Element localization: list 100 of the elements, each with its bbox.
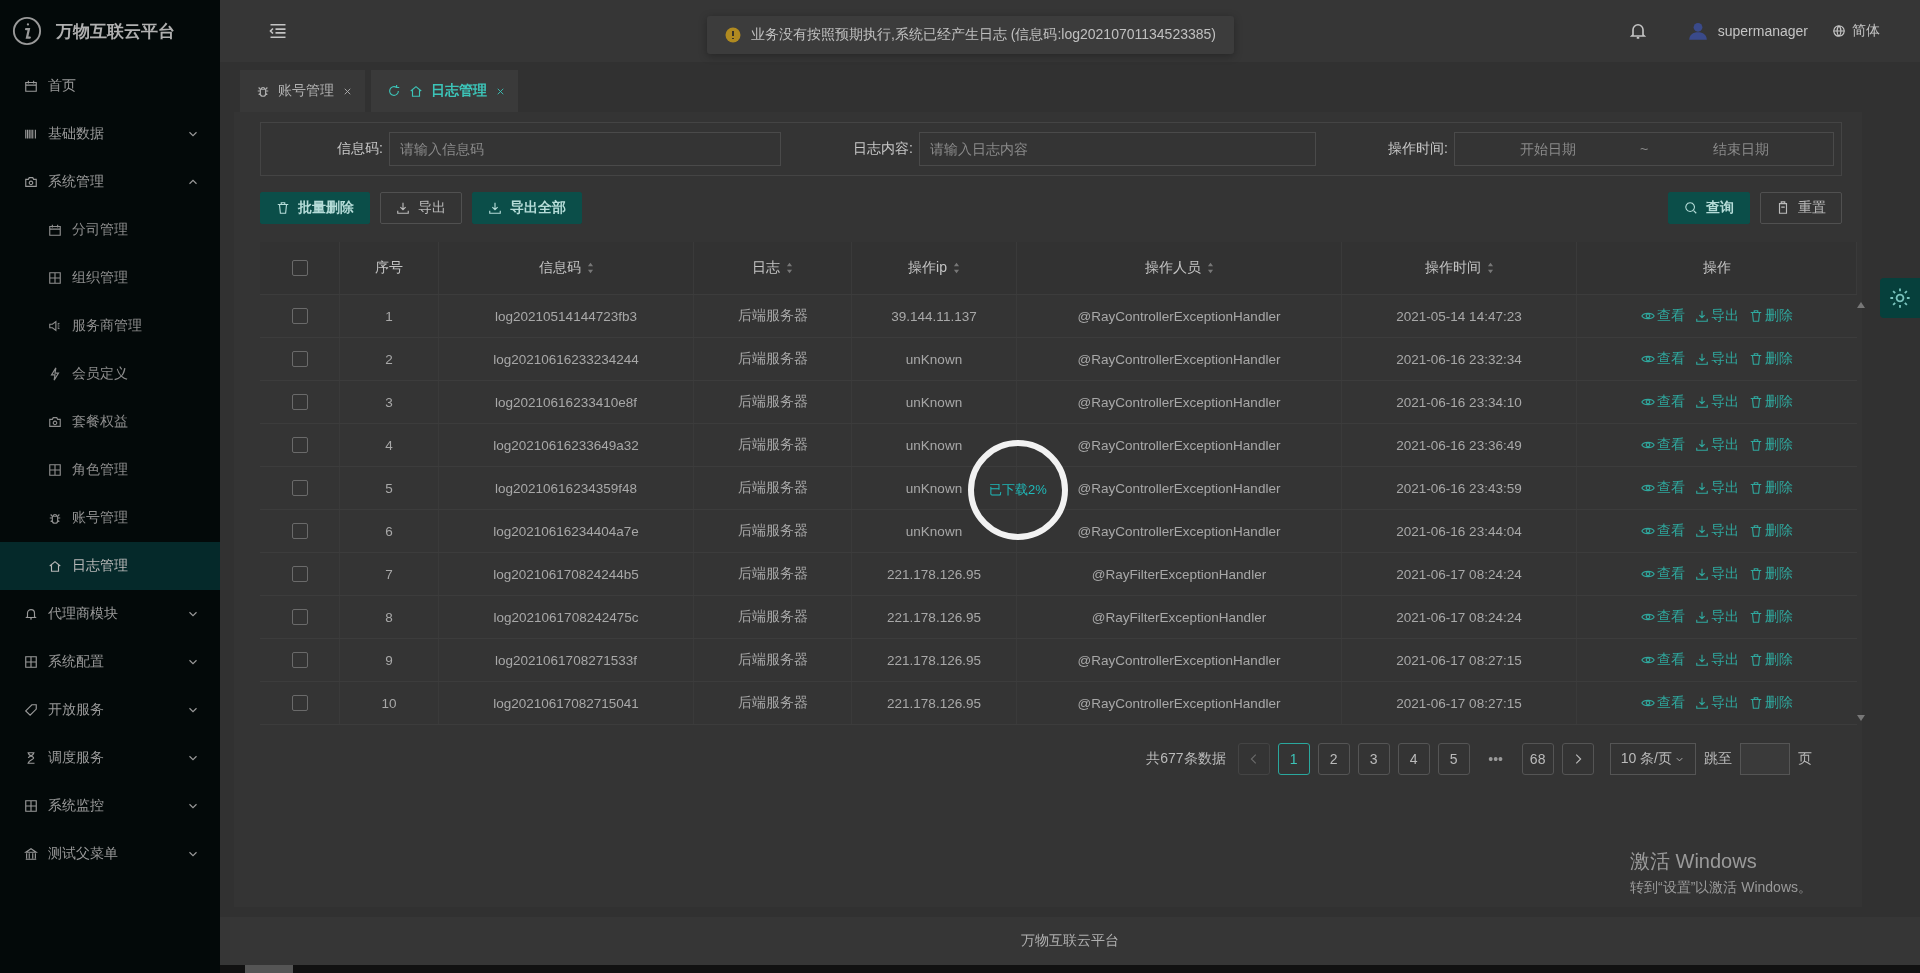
sidebar-subitem[interactable]: 组织管理 xyxy=(0,254,220,302)
row-action-link[interactable]: 导出 xyxy=(1695,350,1739,368)
search-action-button[interactable]: 重置 xyxy=(1760,192,1842,224)
page-tab[interactable]: 账号管理 xyxy=(240,70,365,112)
table-cell: log20210616233410e8f xyxy=(495,394,637,410)
row-action-link[interactable]: 删除 xyxy=(1749,393,1793,411)
row-action-link[interactable]: 删除 xyxy=(1749,307,1793,325)
row-action-link[interactable]: 查看 xyxy=(1641,436,1685,454)
table-cell: unKnown xyxy=(905,351,963,367)
page-button[interactable]: 4 xyxy=(1397,743,1430,775)
end-date-input[interactable]: 结束日期 xyxy=(1648,134,1834,164)
sidebar-item[interactable]: 代理商模块 xyxy=(0,590,220,638)
sidebar-item[interactable]: 首页 xyxy=(0,62,220,110)
row-action-link[interactable]: 删除 xyxy=(1749,479,1793,497)
language-menu[interactable]: 简体 xyxy=(1852,22,1880,40)
page-size-select[interactable]: 10 条/页 xyxy=(1609,743,1696,775)
row-action-link[interactable]: 删除 xyxy=(1749,565,1793,583)
row-action-link[interactable]: 导出 xyxy=(1695,393,1739,411)
page-tab[interactable]: 日志管理 xyxy=(371,70,518,112)
sidebar-item[interactable]: 基础数据 xyxy=(0,110,220,158)
download-status-text: 已下载2% xyxy=(989,481,1047,499)
sidebar-subitem[interactable]: 账号管理 xyxy=(0,494,220,542)
row-action-link[interactable]: 导出 xyxy=(1695,479,1739,497)
table-cell: unKnown xyxy=(905,394,963,410)
row-action-link[interactable]: 查看 xyxy=(1641,565,1685,583)
table-cell: unKnown xyxy=(905,480,963,496)
sidebar-item[interactable]: 系统监控 xyxy=(0,782,220,830)
page-button[interactable]: 5 xyxy=(1437,743,1470,775)
table-cell: 10 xyxy=(381,695,397,711)
row-action-link[interactable]: 删除 xyxy=(1749,608,1793,626)
page-button[interactable]: 2 xyxy=(1317,743,1350,775)
row-action-link[interactable]: 导出 xyxy=(1695,307,1739,325)
sidebar-subitem[interactable]: 套餐权益 xyxy=(0,398,220,446)
sidebar-item[interactable]: 系统管理 xyxy=(0,158,220,206)
sidebar-item[interactable]: 开放服务 xyxy=(0,686,220,734)
toolbar-button[interactable]: 导出全部 xyxy=(472,192,582,224)
row-action-link[interactable]: 查看 xyxy=(1641,651,1685,669)
column-header[interactable]: 信息码 xyxy=(538,259,594,277)
sidebar-item[interactable]: 系统配置 xyxy=(0,638,220,686)
table-cell: unKnown xyxy=(905,523,963,539)
table-cell: log20210616234359f48 xyxy=(495,480,637,496)
table-cell: 2021-05-14 14:47:23 xyxy=(1396,308,1522,324)
column-header: 操作 xyxy=(1702,259,1731,277)
row-action-link[interactable]: 删除 xyxy=(1749,350,1793,368)
notice-text: 业务没有按照预期执行,系统已经产生日志 (信息码:log20210701134523385) xyxy=(751,26,1216,44)
toolbar-button[interactable]: 批量删除 xyxy=(260,192,370,224)
sidebar-subitem[interactable]: 角色管理 xyxy=(0,446,220,494)
table-cell: 39.144.11.137 xyxy=(891,308,977,324)
table-cell: 后端服务器 xyxy=(737,522,808,540)
activation-title: 激活 Windows xyxy=(1630,849,1758,874)
table-cell: 2021-06-17 08:24:24 xyxy=(1396,566,1522,582)
sidebar-subitem[interactable]: 服务商管理 xyxy=(0,302,220,350)
column-header[interactable]: 操作人员 xyxy=(1144,259,1214,277)
text-input[interactable]: 请输入日志内容 xyxy=(919,132,1316,166)
sidebar-item[interactable]: 测试父菜单 xyxy=(0,830,220,878)
row-action-link[interactable]: 查看 xyxy=(1641,608,1685,626)
activation-subtitle: 转到“设置”以激活 Windows。 xyxy=(1630,879,1812,897)
table-cell: 221.178.126.95 xyxy=(887,609,981,625)
row-action-link[interactable]: 查看 xyxy=(1641,307,1685,325)
row-action-link[interactable]: 导出 xyxy=(1695,694,1739,712)
sidebar-subitem[interactable]: 会员定义 xyxy=(0,350,220,398)
page-button[interactable]: 1 xyxy=(1277,743,1310,775)
toolbar-button[interactable]: 导出 xyxy=(380,192,462,224)
row-action-link[interactable]: 删除 xyxy=(1749,522,1793,540)
table-cell: log20210616233649a32 xyxy=(493,437,639,453)
row-action-link[interactable]: 导出 xyxy=(1695,522,1739,540)
row-action-link[interactable]: 查看 xyxy=(1641,393,1685,411)
row-action-link[interactable]: 查看 xyxy=(1641,522,1685,540)
table-cell: @RayControllerExceptionHandler xyxy=(1077,351,1281,367)
table-cell: 后端服务器 xyxy=(737,436,808,454)
sidebar-subitem[interactable]: 分司管理 xyxy=(0,206,220,254)
start-date-input[interactable]: 开始日期 xyxy=(1455,134,1640,164)
table-cell: 2 xyxy=(385,351,393,367)
row-action-link[interactable]: 删除 xyxy=(1749,694,1793,712)
row-action-link[interactable]: 查看 xyxy=(1641,694,1685,712)
date-range-field[interactable]: 开始日期 ~ 结束日期 xyxy=(1454,132,1835,166)
username[interactable]: supermanager xyxy=(1717,23,1808,39)
row-action-link[interactable]: 删除 xyxy=(1749,651,1793,669)
table-cell: @RayControllerExceptionHandler xyxy=(1077,480,1281,496)
column-header[interactable]: 操作时间 xyxy=(1424,259,1494,277)
row-action-link[interactable]: 查看 xyxy=(1641,350,1685,368)
table-cell: 4 xyxy=(385,437,393,453)
row-action-link[interactable]: 删除 xyxy=(1749,436,1793,454)
table-cell: 后端服务器 xyxy=(737,307,808,325)
text-input[interactable]: 请输入信息码 xyxy=(389,132,781,166)
column-header[interactable]: 操作ip xyxy=(908,259,960,277)
page-button[interactable]: 68 xyxy=(1521,743,1554,775)
sidebar-subitem[interactable]: 日志管理 xyxy=(0,542,220,590)
page-button[interactable]: 3 xyxy=(1357,743,1390,775)
page-ellipsis[interactable]: ••• xyxy=(1477,751,1514,767)
row-action-link[interactable]: 查看 xyxy=(1641,479,1685,497)
column-header[interactable]: 日志 xyxy=(752,259,793,277)
row-action-link[interactable]: 导出 xyxy=(1695,436,1739,454)
sidebar-item[interactable]: 调度服务 xyxy=(0,734,220,782)
search-action-button[interactable]: 查询 xyxy=(1668,192,1750,224)
table-cell: 2021-06-16 23:32:34 xyxy=(1396,351,1522,367)
row-action-link[interactable]: 导出 xyxy=(1695,565,1739,583)
table-cell: 3 xyxy=(385,394,393,410)
row-action-link[interactable]: 导出 xyxy=(1695,651,1739,669)
row-action-link[interactable]: 导出 xyxy=(1695,608,1739,626)
